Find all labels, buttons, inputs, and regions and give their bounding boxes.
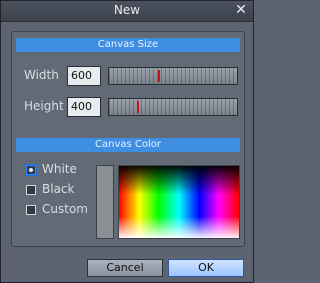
width-slider-ticks (109, 68, 237, 84)
black-radio[interactable] (26, 185, 36, 195)
canvas-color-header: Canvas Color (16, 138, 240, 152)
ok-button[interactable]: OK (168, 259, 244, 277)
custom-color-swatch[interactable] (96, 165, 114, 239)
width-label: Width (24, 68, 59, 82)
white-label[interactable]: White (42, 162, 77, 176)
white-radio[interactable] (26, 165, 36, 175)
width-slider[interactable] (108, 67, 238, 85)
height-slider-handle[interactable] (137, 101, 139, 113)
height-label: Height (24, 99, 64, 113)
close-icon[interactable]: ✕ (233, 2, 249, 18)
title-bar[interactable]: New ✕ (1, 1, 253, 22)
height-slider-ticks (109, 99, 237, 115)
black-label[interactable]: Black (42, 182, 74, 196)
height-slider[interactable] (108, 98, 238, 116)
white-radio-dot (29, 168, 33, 172)
custom-radio[interactable] (26, 205, 36, 215)
custom-label[interactable]: Custom (42, 202, 88, 216)
width-slider-handle[interactable] (158, 70, 160, 82)
new-canvas-dialog: New ✕ Canvas Size Width 600 Height 400 C… (0, 0, 254, 283)
width-input[interactable]: 600 (67, 66, 101, 86)
cancel-button[interactable]: Cancel (87, 259, 163, 277)
color-palette[interactable] (118, 165, 240, 239)
height-input[interactable]: 400 (67, 97, 101, 117)
canvas-size-header: Canvas Size (16, 38, 240, 52)
settings-panel: Canvas Size Width 600 Height 400 Canvas … (11, 31, 245, 247)
dialog-title: New (113, 3, 141, 17)
